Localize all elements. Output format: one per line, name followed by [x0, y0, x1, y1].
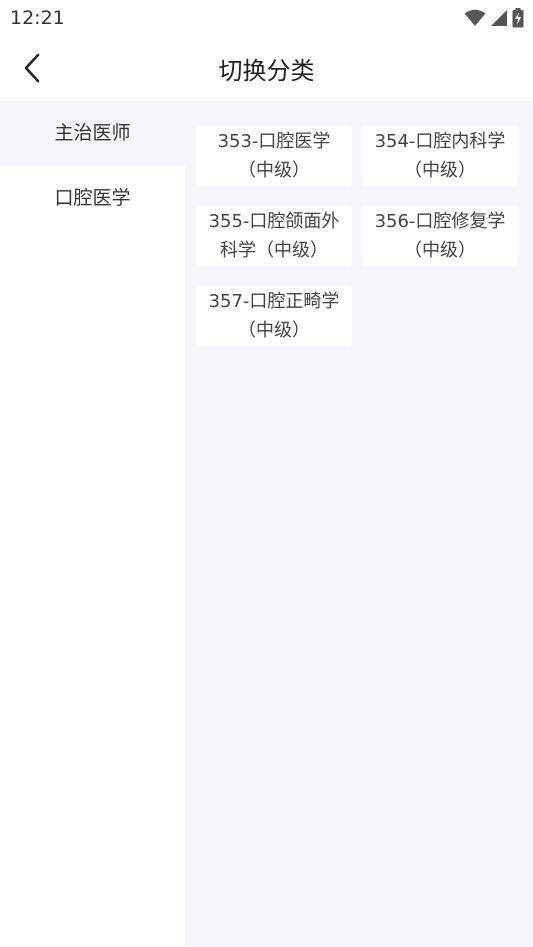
sidebar-item-label: 主治医师 [54, 122, 131, 144]
category-card[interactable]: 356-口腔修复学（中级） [362, 206, 518, 266]
sidebar-item-attending-physician[interactable]: 主治医师 [0, 101, 185, 166]
category-card[interactable]: 353-口腔医学（中级） [196, 126, 352, 186]
status-time: 12:21 [10, 7, 65, 29]
status-icons [464, 8, 524, 28]
category-card[interactable]: 357-口腔正畸学（中级） [196, 286, 352, 346]
category-card-label: 353-口腔医学（中级） [217, 131, 331, 181]
category-sidebar: 主治医师 口腔医学 [0, 101, 185, 947]
nav-bar: 切换分类 [0, 36, 533, 100]
category-content: 353-口腔医学（中级） 354-口腔内科学（中级） 355-口腔颌面外科学（中… [185, 101, 533, 947]
category-card[interactable]: 355-口腔颌面外科学（中级） [196, 206, 352, 266]
sidebar-item-stomatology[interactable]: 口腔医学 [0, 166, 185, 231]
battery-charging-icon [512, 8, 524, 28]
status-bar: 12:21 [0, 0, 533, 36]
category-card-label: 357-口腔正畸学（中级） [208, 291, 340, 341]
category-card-label: 355-口腔颌面外科学（中级） [208, 211, 340, 261]
page-title: 切换分类 [218, 57, 315, 85]
sidebar-item-label: 口腔医学 [54, 187, 131, 209]
category-card-label: 356-口腔修复学（中级） [374, 211, 506, 261]
category-grid: 353-口腔医学（中级） 354-口腔内科学（中级） 355-口腔颌面外科学（中… [196, 126, 519, 346]
category-card[interactable]: 354-口腔内科学（中级） [362, 126, 518, 186]
signal-icon [491, 10, 507, 26]
category-card-label: 354-口腔内科学（中级） [374, 131, 506, 181]
wifi-icon [464, 9, 486, 26]
